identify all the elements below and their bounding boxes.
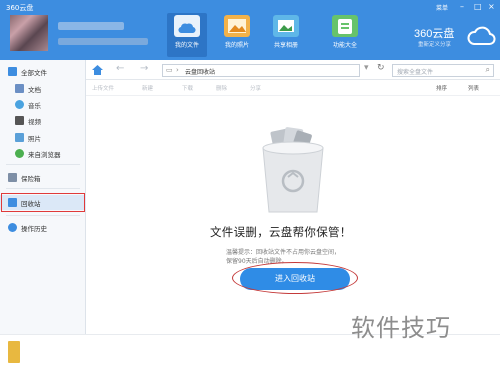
download-button[interactable]: 下载	[182, 84, 193, 92]
cloud-logo-icon	[467, 26, 496, 45]
close-icon[interactable]: ×	[488, 2, 495, 11]
breadcrumb: 云盘回收站	[185, 69, 216, 76]
folder-icon	[174, 15, 200, 37]
sidebar-divider	[6, 164, 80, 165]
tab-features[interactable]: 功能大全	[325, 13, 365, 57]
sidebar-item-video[interactable]: 视频	[0, 113, 86, 128]
search-placeholder: 搜索全盘文件	[397, 69, 434, 76]
image-icon	[15, 133, 24, 142]
safe-icon	[8, 173, 17, 182]
username-blurred	[58, 22, 124, 30]
sidebar: 全部文件 文档 音乐 视频 照片 来自浏览器 保险箱 回收站 操作历史	[0, 60, 86, 368]
sort-button[interactable]: 排序	[436, 84, 447, 92]
brand-tagline: 重新定义分享	[418, 42, 452, 48]
avatar[interactable]	[10, 15, 48, 51]
forward-icon[interactable]: →	[140, 63, 148, 74]
highlight-enter-button	[232, 262, 358, 294]
sidebar-item-photos[interactable]: 照片	[0, 130, 86, 145]
app-title: 360云盘	[6, 4, 34, 12]
tab-my-photos[interactable]: 我的照片	[217, 13, 257, 57]
brand-name: 360云盘	[414, 28, 455, 40]
back-icon[interactable]: ←	[116, 63, 124, 74]
share-button[interactable]: 分享	[250, 84, 261, 92]
empty-state-title: 文件误删，云盘帮你保管！	[210, 225, 352, 239]
photo-icon	[224, 15, 250, 37]
files-icon	[8, 67, 17, 76]
album-icon	[273, 15, 299, 37]
tab-shared-album[interactable]: 共享相册	[266, 13, 306, 57]
watermark-text: 软件技巧	[351, 314, 451, 342]
video-icon	[15, 116, 24, 125]
home-icon[interactable]	[92, 65, 103, 75]
sidebar-item-documents[interactable]: 文档	[0, 81, 86, 96]
sidebar-item-safe[interactable]: 保险箱	[0, 170, 86, 185]
music-icon	[15, 100, 24, 109]
view-toggle-button[interactable]: 列表	[468, 84, 479, 92]
new-button[interactable]: 新建	[142, 84, 153, 92]
address-bar: ← → ▭ › 云盘回收站 ▾ ↻ 搜索全盘文件 ⌕	[86, 60, 500, 80]
account-info-blurred	[58, 38, 148, 45]
toolbar: 上传文件 新建 下载 删除 分享 排序 列表	[86, 80, 500, 96]
highlight-recycle-bin	[1, 193, 85, 212]
browser-icon	[15, 149, 24, 158]
sidebar-item-from-browser[interactable]: 来自浏览器	[0, 146, 86, 161]
trash-bin-icon	[262, 127, 324, 213]
minimize-icon[interactable]: –	[460, 2, 464, 11]
app-window: 360云盘 我的文件 我的照片 共享相册 功能大全 360云盘 重新定义分享 菜…	[0, 0, 500, 368]
search-icon[interactable]: ⌕	[486, 65, 490, 75]
upload-button[interactable]: 上传文件	[92, 84, 114, 92]
breadcrumb-chevron-icon: ›	[176, 66, 179, 74]
refresh-icon[interactable]: ↻	[377, 63, 385, 73]
sidebar-divider	[6, 188, 80, 189]
folder-icon: ▭	[166, 66, 173, 74]
delete-button[interactable]: 删除	[216, 84, 227, 92]
tab-my-files[interactable]: 我的文件	[167, 13, 207, 57]
sidebar-divider	[6, 215, 80, 216]
doc-icon	[15, 84, 24, 93]
dropdown-chevron-icon[interactable]: ▾	[364, 63, 369, 73]
history-icon	[8, 223, 17, 232]
header: 360云盘 我的文件 我的照片 共享相册 功能大全 360云盘 重新定义分享 菜…	[0, 0, 500, 60]
maximize-icon[interactable]: □	[474, 2, 482, 11]
file-icon	[8, 341, 20, 363]
search-input[interactable]: 搜索全盘文件 ⌕	[392, 64, 494, 77]
sidebar-item-music[interactable]: 音乐	[0, 97, 86, 112]
sidebar-item-history[interactable]: 操作历史	[0, 220, 86, 235]
apps-icon	[332, 15, 358, 37]
sidebar-item-all-files[interactable]: 全部文件	[0, 64, 86, 79]
path-field[interactable]: ▭ › 云盘回收站	[162, 64, 360, 77]
menu-button[interactable]: 菜单	[436, 3, 448, 12]
